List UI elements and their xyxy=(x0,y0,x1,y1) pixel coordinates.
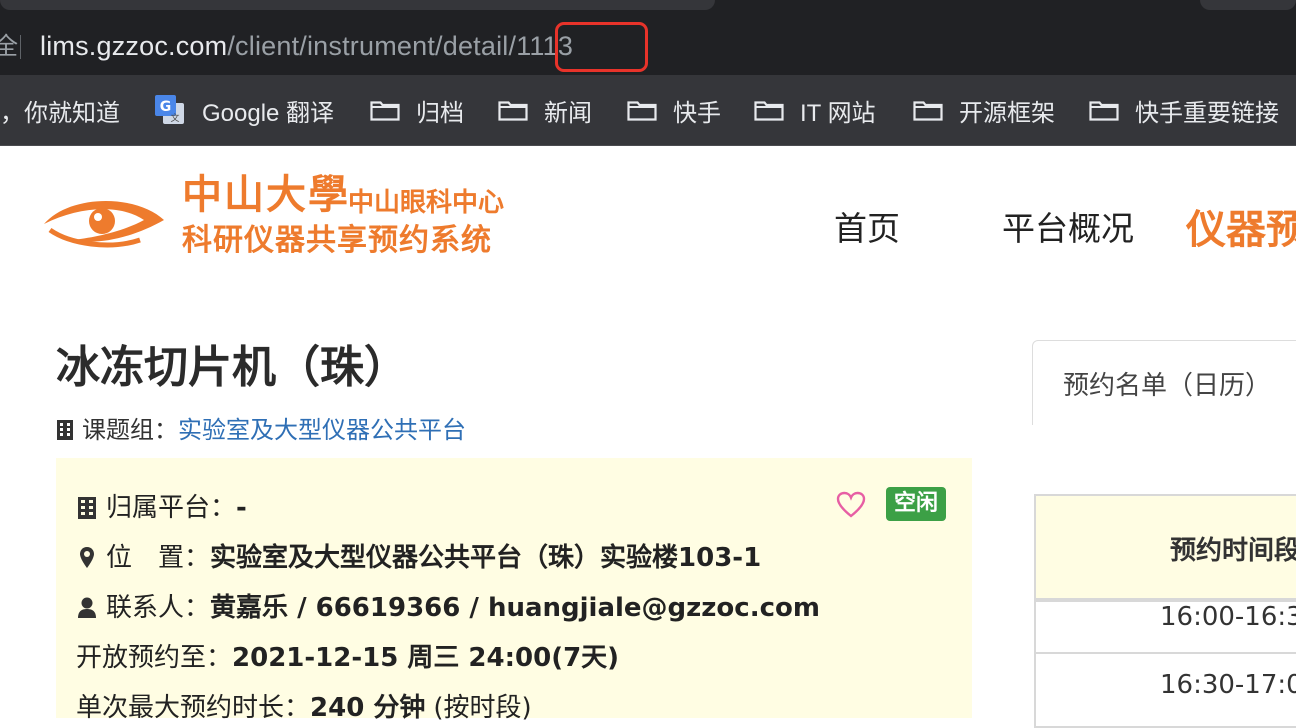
bookmark-folder-it-sites[interactable]: IT 网站 xyxy=(754,75,876,145)
platform-row: 归属平台： - xyxy=(76,488,247,528)
max-duration-suffix: (按时段) xyxy=(433,693,532,723)
address-bar[interactable]: 全 lims.gzzoc.com/client/instrument/detai… xyxy=(0,18,1296,75)
user-icon xyxy=(78,597,96,618)
bookmark-folder-important-links[interactable]: 快手重要链接 xyxy=(1089,75,1279,145)
building-icon xyxy=(78,497,96,519)
browser-tab[interactable] xyxy=(1200,0,1296,10)
folder-icon xyxy=(754,99,784,121)
logo-system-name: 科研仪器共享预约系统 xyxy=(182,223,492,258)
instrument-title: 冰冻切片机（珠） xyxy=(56,342,408,393)
platform-label: 归属平台： xyxy=(106,493,237,523)
bookmark-label: 开源框架 xyxy=(959,99,1055,127)
bookmark-folder-frameworks[interactable]: 开源框架 xyxy=(913,75,1055,145)
tab-booking-calendar[interactable]: 预约名单（日历） xyxy=(1063,365,1271,402)
bookmark-folder-archive[interactable]: 归档 xyxy=(370,75,464,145)
booking-tab-panel: 预约名单（日历） xyxy=(1032,340,1296,425)
svg-text:文: 文 xyxy=(170,112,179,124)
building-icon xyxy=(57,420,73,440)
svg-text:G: G xyxy=(160,99,172,115)
schedule-table: 预约时间段 16:00-16:30 16:30-17:00 xyxy=(1034,494,1296,728)
url-path: /client/instrument/detail/ xyxy=(227,31,517,61)
location-row: 位 置： 实验室及大型仪器公共平台（珠）实验楼103-1 xyxy=(76,538,761,578)
bookmark-label: ，你就知道 xyxy=(0,99,120,127)
bookmark-label: 快手 xyxy=(673,99,721,127)
folder-icon xyxy=(1089,99,1119,121)
bookmark-label: Google 翻译 xyxy=(202,99,335,127)
bookmark-label: 快手重要链接 xyxy=(1135,99,1279,127)
max-duration-label: 单次最大预约时长： xyxy=(76,693,311,723)
bookmark-label: 归档 xyxy=(416,99,464,127)
logo-university-name: 中山大學 xyxy=(182,171,350,218)
contact-row: 联系人： 黄嘉乐 / 66619366 / huangjiale@gzzoc.c… xyxy=(76,588,820,628)
platform-value: - xyxy=(236,493,247,523)
location-label: 位 置： xyxy=(106,543,211,573)
status-badge: 空闲 xyxy=(886,487,947,521)
annotation-highlight-box xyxy=(555,22,648,72)
research-group-line: 课题组： 实验室及大型仪器公共平台 xyxy=(56,412,466,448)
bookmark-google-translate[interactable]: G 文 Google 翻译 xyxy=(154,75,334,145)
time-slot-cell[interactable]: 16:00-16:30 xyxy=(1160,602,1296,632)
browser-tabstrip xyxy=(0,0,1296,18)
bookmarks-bar: ，你就知道 G 文 Google 翻译 归档 新闻 快手 IT 网站 开源框架 … xyxy=(0,75,1296,146)
google-translate-icon: G 文 xyxy=(154,94,186,126)
bookmark-baidu[interactable]: ，你就知道 xyxy=(0,75,120,145)
url-text[interactable]: lims.gzzoc.com/client/instrument/detail/… xyxy=(40,28,573,64)
instrument-info-box: 归属平台： - 空闲 位 置： 实验室及大型仪器公共平台（珠）实验楼103-1 … xyxy=(56,458,972,723)
open-until-label: 开放预约至： xyxy=(76,643,233,673)
url-host: lims.gzzoc.com xyxy=(40,31,228,61)
max-duration-row: 单次最大预约时长： 240 分钟 (按时段) xyxy=(76,688,532,728)
browser-tab[interactable] xyxy=(0,0,715,10)
schedule-header: 预约时间段 xyxy=(1036,496,1296,600)
url-separator xyxy=(20,35,21,59)
group-link[interactable]: 实验室及大型仪器公共平台 xyxy=(178,412,466,448)
nav-home[interactable]: 首页 xyxy=(834,198,900,254)
bookmark-label: 新闻 xyxy=(544,99,592,127)
map-marker-icon xyxy=(80,547,94,568)
logo-center-name: 中山眼科中心 xyxy=(348,188,505,218)
eye-logo-icon xyxy=(44,200,164,248)
location-value: 实验室及大型仪器公共平台（珠）实验楼103-1 xyxy=(210,543,762,573)
folder-icon xyxy=(913,99,943,121)
folder-icon xyxy=(370,99,400,121)
folder-icon xyxy=(627,99,657,121)
max-duration-value: 240 分钟 xyxy=(310,693,426,723)
open-until-value: 2021-12-15 周三 24:00(7天) xyxy=(232,643,620,673)
favorite-heart-icon[interactable] xyxy=(836,491,866,519)
nav-platform-overview[interactable]: 平台概况 xyxy=(1002,198,1134,254)
row-divider xyxy=(1036,652,1296,654)
open-until-row: 开放预约至： 2021-12-15 周三 24:00(7天) xyxy=(76,638,619,678)
group-label: 课题组： xyxy=(82,416,178,444)
security-label[interactable]: 全 xyxy=(0,30,18,62)
bookmark-folder-news[interactable]: 新闻 xyxy=(498,75,592,145)
nav-instrument-booking[interactable]: 仪器预 xyxy=(1186,198,1296,254)
site-logo[interactable]: 中山大學 中山眼科中心 科研仪器共享预约系统 xyxy=(40,168,520,268)
time-slot-cell[interactable]: 16:30-17:00 xyxy=(1160,670,1296,700)
bookmark-folder-kuaishou[interactable]: 快手 xyxy=(627,75,721,145)
folder-icon xyxy=(498,99,528,121)
contact-label: 联系人： xyxy=(106,593,211,623)
contact-value: 黄嘉乐 / 66619366 / huangjiale@gzzoc.com xyxy=(210,593,820,623)
bookmark-label: IT 网站 xyxy=(800,99,876,127)
column-header-time-slot: 预约时间段 xyxy=(1170,536,1296,566)
